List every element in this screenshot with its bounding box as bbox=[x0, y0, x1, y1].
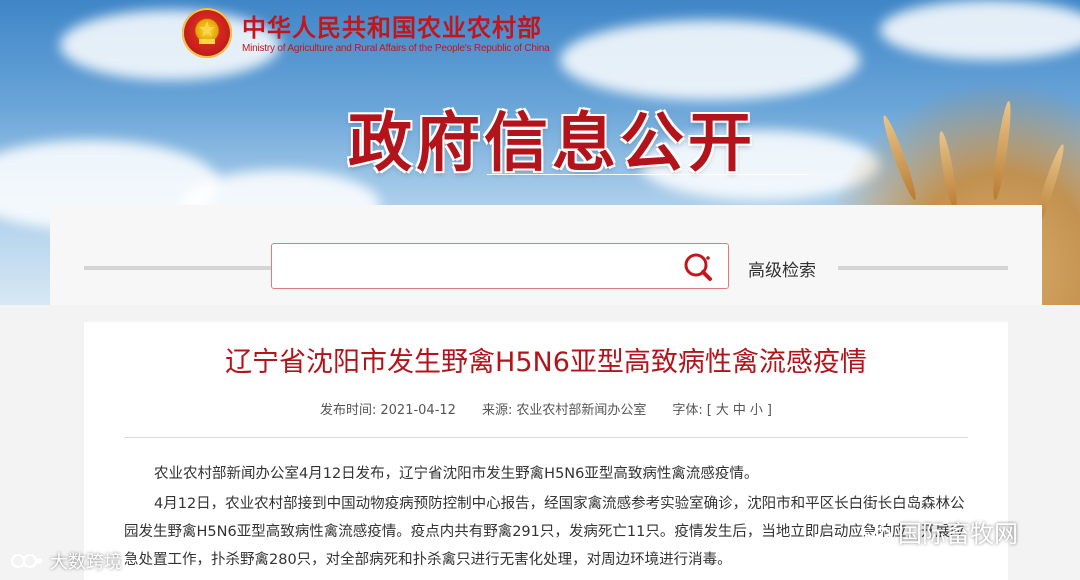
font-size-medium-button[interactable]: 中 bbox=[733, 403, 746, 418]
search-box bbox=[271, 243, 729, 290]
cloud-decoration bbox=[560, 20, 860, 100]
divider bbox=[124, 437, 968, 438]
watermark-left: 大数跨境 bbox=[10, 548, 122, 574]
font-size-small-button[interactable]: 小 bbox=[750, 403, 763, 418]
divider bbox=[84, 266, 271, 270]
cloud-decoration bbox=[880, 0, 1080, 60]
advanced-search-link[interactable]: 高级检索 bbox=[748, 256, 816, 281]
watermark-right: 国际畜牧网 bbox=[862, 514, 1018, 549]
watermark-left-text: 大数跨境 bbox=[50, 552, 122, 573]
national-emblem-icon bbox=[182, 8, 232, 58]
article-paragraph: 农业农村部新闻办公室4月12日发布，辽宁省沈阳市发生野禽H5N6亚型高致病性禽流… bbox=[154, 466, 759, 482]
font-size-large-button[interactable]: 大 bbox=[716, 403, 729, 418]
article-body: 农业农村部新闻办公室4月12日发布，辽宁省沈阳市发生野禽H5N6亚型高致病性禽流… bbox=[124, 460, 974, 576]
ministry-name-en: Ministry of Agriculture and Rural Affair… bbox=[242, 42, 550, 54]
search-panel: 高级检索 bbox=[50, 205, 1042, 305]
ministry-logo[interactable]: 中华人民共和国农业农村部 Ministry of Agriculture and… bbox=[182, 8, 550, 58]
article-title: 辽宁省沈阳市发生野禽H5N6亚型高致病性禽流感疫情 bbox=[225, 347, 867, 378]
publish-date-label: 发布时间: bbox=[320, 403, 377, 418]
font-size-label: 字体: bbox=[672, 403, 703, 418]
watermark-logo-icon bbox=[10, 551, 44, 571]
divider bbox=[487, 174, 807, 175]
page: 中华人民共和国农业农村部 Ministry of Agriculture and… bbox=[0, 0, 1080, 580]
source-name: 农业农村部新闻办公室 bbox=[516, 403, 647, 418]
bracket: [ bbox=[706, 403, 712, 418]
divider bbox=[838, 266, 1008, 270]
banner-title: 政府信息公开 bbox=[348, 107, 756, 181]
wechat-icon bbox=[862, 519, 892, 545]
source-label: 来源: bbox=[481, 403, 513, 418]
watermark-right-text: 国际畜牧网 bbox=[898, 520, 1018, 548]
bracket: ] bbox=[766, 403, 772, 418]
ministry-name-cn: 中华人民共和国农业农村部 bbox=[242, 12, 542, 42]
search-icon[interactable] bbox=[682, 252, 716, 282]
publish-date: 2021-04-12 bbox=[380, 403, 456, 418]
article-paragraph: 4月12日，农业农村部接到中国动物疫病预防控制中心报告，经国家禽流感参考实验室确… bbox=[124, 496, 965, 568]
search-input[interactable] bbox=[282, 244, 666, 290]
article-meta: 发布时间: 2021-04-12 来源: 农业农村部新闻办公室 字体:[ 大中小] bbox=[320, 399, 776, 418]
